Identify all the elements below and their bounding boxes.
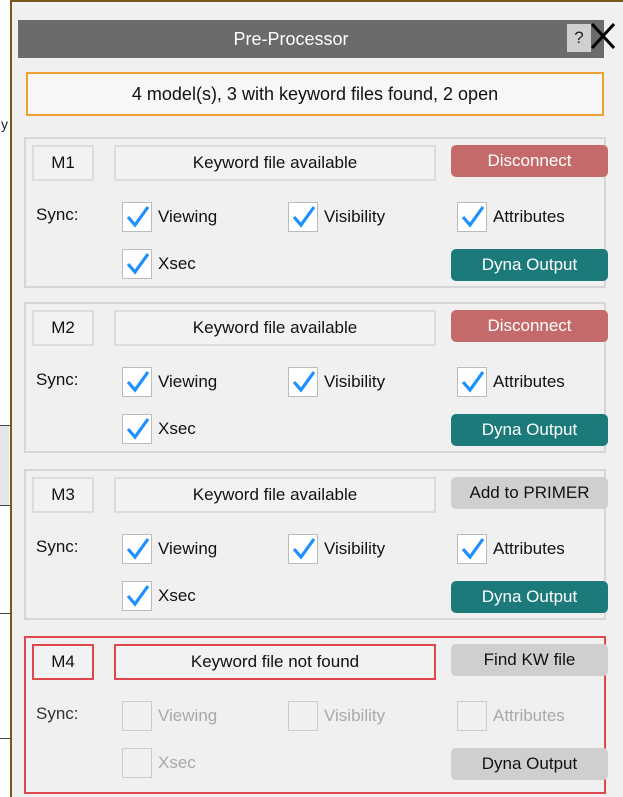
close-icon[interactable] — [588, 10, 618, 50]
model-id: M3 — [32, 477, 94, 513]
checkmark-icon — [126, 418, 150, 440]
xsec-checkbox — [122, 748, 152, 778]
sync-label: Sync: — [36, 205, 79, 224]
viewing-label: Viewing — [158, 539, 218, 558]
model-action-button[interactable]: Disconnect — [451, 145, 608, 177]
visibility-checkbox — [288, 701, 318, 731]
pre-processor-panel: Pre-Processor ? 4 model(s), 3 with keywo… — [10, 0, 623, 797]
background-line — [0, 425, 10, 426]
keyword-status: Keyword file not found — [114, 644, 436, 680]
viewing-checkbox[interactable] — [122, 367, 152, 397]
dyna-output-button[interactable]: Dyna Output — [451, 581, 608, 613]
background-line — [0, 613, 10, 614]
xsec-label: Xsec — [158, 753, 196, 772]
keyword-status: Keyword file available — [114, 145, 436, 181]
keyword-status: Keyword file available — [114, 310, 436, 346]
viewing-checkbox[interactable] — [122, 202, 152, 232]
model-id: M1 — [32, 145, 94, 181]
model-block-m4: M4 Keyword file not found Find KW file S… — [24, 636, 608, 794]
summary-status: 4 model(s), 3 with keyword files found, … — [26, 72, 604, 116]
model-block-m2: M2 Keyword file available Disconnect Syn… — [24, 302, 608, 453]
xsec-label: Xsec — [158, 254, 196, 273]
dyna-output-button[interactable]: Dyna Output — [451, 748, 608, 780]
attributes-label: Attributes — [493, 207, 565, 226]
keyword-status: Keyword file available — [114, 477, 436, 513]
viewing-label: Viewing — [158, 706, 218, 725]
xsec-checkbox[interactable] — [122, 581, 152, 611]
visibility-label: Visibility — [324, 706, 386, 725]
visibility-checkbox[interactable] — [288, 367, 318, 397]
model-id: M4 — [32, 644, 94, 680]
visibility-label: Visibility — [324, 207, 386, 226]
checkmark-icon — [292, 206, 316, 228]
visibility-label: Visibility — [324, 539, 386, 558]
viewing-checkbox[interactable] — [122, 534, 152, 564]
model-block-m1: M1 Keyword file available Disconnect Syn… — [24, 137, 608, 288]
xsec-label: Xsec — [158, 586, 196, 605]
xsec-checkbox[interactable] — [122, 249, 152, 279]
checkmark-icon — [126, 585, 150, 607]
background-line — [0, 505, 10, 506]
checkmark-icon — [461, 371, 485, 393]
xsec-checkbox[interactable] — [122, 414, 152, 444]
model-block-m3: M3 Keyword file available Add to PRIMER … — [24, 469, 608, 620]
background-line — [0, 738, 10, 739]
checkmark-icon — [461, 206, 485, 228]
window-title: Pre-Processor — [233, 29, 349, 49]
attributes-label: Attributes — [493, 539, 565, 558]
checkmark-icon — [126, 206, 150, 228]
xsec-label: Xsec — [158, 419, 196, 438]
viewing-checkbox — [122, 701, 152, 731]
checkmark-icon — [292, 538, 316, 560]
attributes-label: Attributes — [493, 372, 565, 391]
viewing-label: Viewing — [158, 207, 218, 226]
visibility-checkbox[interactable] — [288, 534, 318, 564]
model-id: M2 — [32, 310, 94, 346]
background-shade — [0, 425, 9, 505]
model-action-button[interactable]: Disconnect — [451, 310, 608, 342]
title-bar[interactable]: Pre-Processor ? — [18, 20, 604, 58]
attributes-checkbox[interactable] — [457, 202, 487, 232]
dyna-output-button[interactable]: Dyna Output — [451, 249, 608, 281]
checkmark-icon — [292, 371, 316, 393]
attributes-label: Attributes — [493, 706, 565, 725]
model-action-button[interactable]: Add to PRIMER — [451, 477, 608, 509]
viewing-label: Viewing — [158, 372, 218, 391]
visibility-checkbox[interactable] — [288, 202, 318, 232]
background-text: y — [1, 116, 8, 132]
visibility-label: Visibility — [324, 372, 386, 391]
dyna-output-button[interactable]: Dyna Output — [451, 414, 608, 446]
checkmark-icon — [126, 253, 150, 275]
model-action-button[interactable]: Find KW file — [451, 644, 608, 676]
sync-label: Sync: — [36, 370, 79, 389]
checkmark-icon — [126, 371, 150, 393]
checkmark-icon — [126, 538, 150, 560]
checkmark-icon — [461, 538, 485, 560]
attributes-checkbox[interactable] — [457, 367, 487, 397]
attributes-checkbox[interactable] — [457, 534, 487, 564]
attributes-checkbox — [457, 701, 487, 731]
sync-label: Sync: — [36, 704, 79, 723]
sync-label: Sync: — [36, 537, 79, 556]
